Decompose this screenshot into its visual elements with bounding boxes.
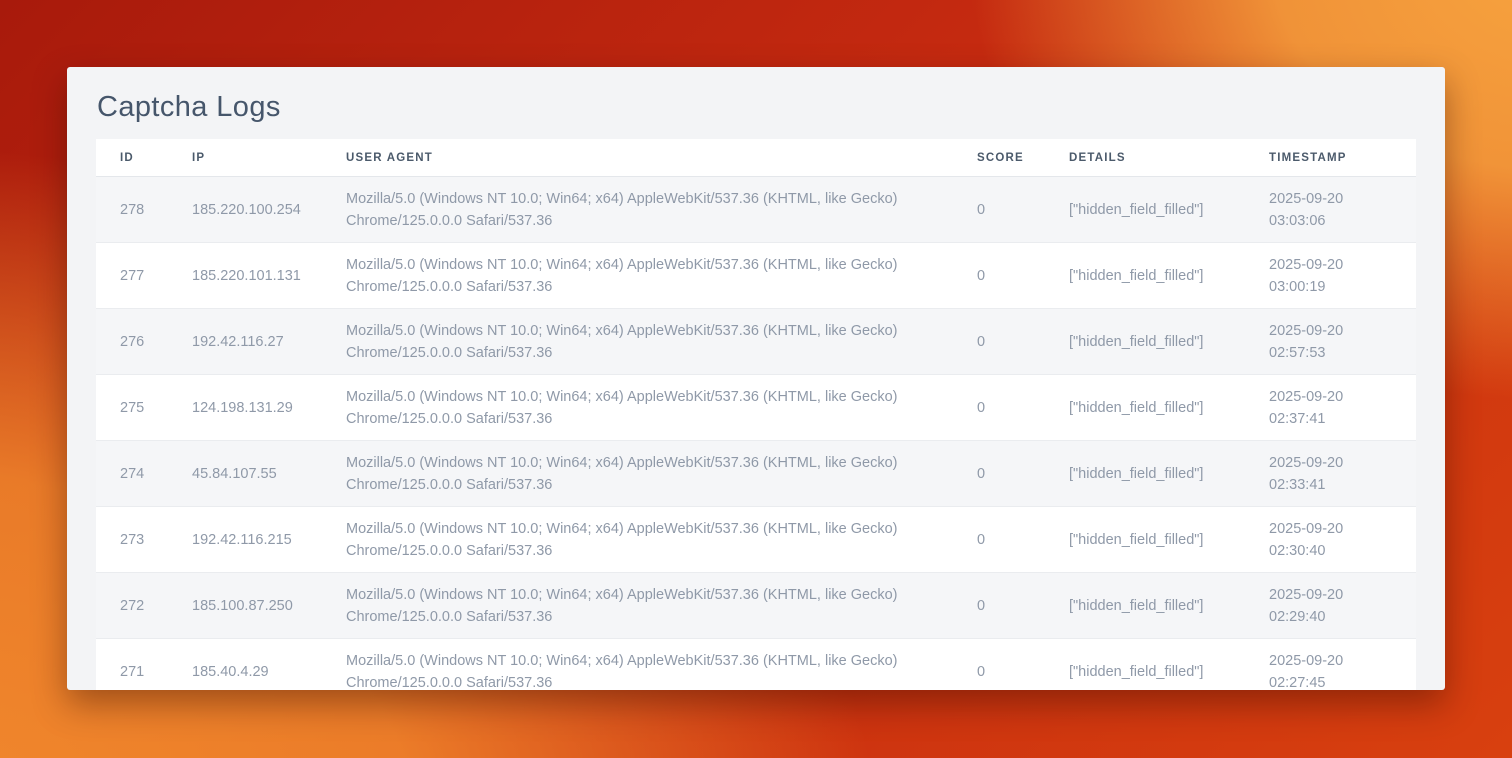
cell-score: 0 [953,507,1045,573]
cell-user-agent: Mozilla/5.0 (Windows NT 10.0; Win64; x64… [322,375,953,441]
cell-score: 0 [953,573,1045,639]
table-row: 272 185.100.87.250 Mozilla/5.0 (Windows … [96,573,1416,639]
page-background: Captcha Logs ID IP USER AGENT SCORE [0,0,1512,758]
table-row: 274 45.84.107.55 Mozilla/5.0 (Windows NT… [96,441,1416,507]
cell-id: 276 [96,309,168,375]
column-header-timestamp: TIMESTAMP [1245,139,1416,177]
cell-timestamp: 2025-09-20 02:57:53 [1245,309,1416,375]
cell-ip: 185.40.4.29 [168,639,322,691]
table-row: 273 192.42.116.215 Mozilla/5.0 (Windows … [96,507,1416,573]
cell-ip: 192.42.116.27 [168,309,322,375]
cell-user-agent: Mozilla/5.0 (Windows NT 10.0; Win64; x64… [322,441,953,507]
cell-user-agent: Mozilla/5.0 (Windows NT 10.0; Win64; x64… [322,639,953,691]
logs-table-container: ID IP USER AGENT SCORE DETAILS TIMESTAMP… [96,139,1416,690]
cell-score: 0 [953,177,1045,243]
cell-details: ["hidden_field_filled"] [1045,507,1245,573]
column-header-id: ID [96,139,168,177]
table-row: 278 185.220.100.254 Mozilla/5.0 (Windows… [96,177,1416,243]
cell-details: ["hidden_field_filled"] [1045,243,1245,309]
captcha-logs-card: Captcha Logs ID IP USER AGENT SCORE [67,67,1445,690]
column-header-details: DETAILS [1045,139,1245,177]
cell-ip: 45.84.107.55 [168,441,322,507]
cell-details: ["hidden_field_filled"] [1045,309,1245,375]
cell-ip: 185.220.100.254 [168,177,322,243]
cell-user-agent: Mozilla/5.0 (Windows NT 10.0; Win64; x64… [322,177,953,243]
table-header-row: ID IP USER AGENT SCORE DETAILS TIMESTAMP [96,139,1416,177]
cell-timestamp: 2025-09-20 03:00:19 [1245,243,1416,309]
cell-details: ["hidden_field_filled"] [1045,441,1245,507]
logs-table: ID IP USER AGENT SCORE DETAILS TIMESTAMP… [96,139,1416,690]
column-header-user-agent: USER AGENT [322,139,953,177]
cell-details: ["hidden_field_filled"] [1045,573,1245,639]
cell-user-agent: Mozilla/5.0 (Windows NT 10.0; Win64; x64… [322,243,953,309]
table-row: 277 185.220.101.131 Mozilla/5.0 (Windows… [96,243,1416,309]
cell-id: 272 [96,573,168,639]
table-row: 276 192.42.116.27 Mozilla/5.0 (Windows N… [96,309,1416,375]
cell-timestamp: 2025-09-20 02:33:41 [1245,441,1416,507]
cell-details: ["hidden_field_filled"] [1045,639,1245,691]
cell-details: ["hidden_field_filled"] [1045,375,1245,441]
table-row: 275 124.198.131.29 Mozilla/5.0 (Windows … [96,375,1416,441]
cell-id: 278 [96,177,168,243]
table-body: 278 185.220.100.254 Mozilla/5.0 (Windows… [96,177,1416,691]
cell-score: 0 [953,441,1045,507]
cell-ip: 185.220.101.131 [168,243,322,309]
cell-id: 275 [96,375,168,441]
page-title: Captcha Logs [97,91,1415,124]
cell-ip: 185.100.87.250 [168,573,322,639]
cell-ip: 192.42.116.215 [168,507,322,573]
cell-id: 277 [96,243,168,309]
cell-score: 0 [953,639,1045,691]
cell-id: 273 [96,507,168,573]
cell-details: ["hidden_field_filled"] [1045,177,1245,243]
cell-score: 0 [953,243,1045,309]
cell-user-agent: Mozilla/5.0 (Windows NT 10.0; Win64; x64… [322,309,953,375]
cell-id: 271 [96,639,168,691]
cell-user-agent: Mozilla/5.0 (Windows NT 10.0; Win64; x64… [322,507,953,573]
column-header-ip: IP [168,139,322,177]
cell-ip: 124.198.131.29 [168,375,322,441]
cell-score: 0 [953,375,1045,441]
cell-timestamp: 2025-09-20 02:30:40 [1245,507,1416,573]
cell-timestamp: 2025-09-20 03:03:06 [1245,177,1416,243]
column-header-score: SCORE [953,139,1045,177]
cell-timestamp: 2025-09-20 02:37:41 [1245,375,1416,441]
cell-user-agent: Mozilla/5.0 (Windows NT 10.0; Win64; x64… [322,573,953,639]
cell-timestamp: 2025-09-20 02:27:45 [1245,639,1416,691]
cell-timestamp: 2025-09-20 02:29:40 [1245,573,1416,639]
cell-id: 274 [96,441,168,507]
table-row: 271 185.40.4.29 Mozilla/5.0 (Windows NT … [96,639,1416,691]
cell-score: 0 [953,309,1045,375]
